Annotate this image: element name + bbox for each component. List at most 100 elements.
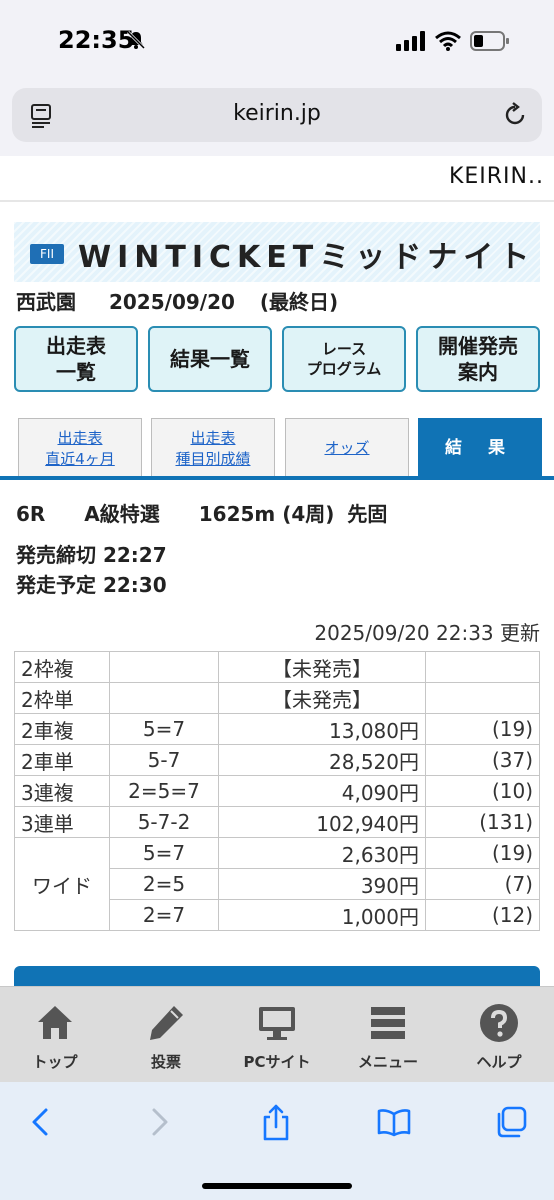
payout: 102,940円 (218, 806, 426, 838)
bet-type: 2車複 (14, 713, 110, 745)
race-class: A級特選 (84, 502, 160, 526)
race-number: 6R (16, 502, 46, 526)
tab-odds[interactable]: オッズ (285, 418, 409, 478)
deadline-block: 発売締切 22:27 発走予定 22:30 (16, 540, 167, 600)
race-distance: 1625m (4周) (198, 502, 335, 526)
site-logo[interactable]: KEIRIN.. (449, 164, 544, 189)
popularity: (7) (425, 868, 540, 900)
race-day: (最終日) (259, 290, 339, 314)
nav-top[interactable]: トップ (0, 987, 110, 1083)
tabs-icon[interactable] (494, 1102, 530, 1142)
popularity: (19) (425, 837, 540, 869)
bookmarks-icon[interactable] (376, 1102, 412, 1142)
combination (109, 651, 219, 683)
sales-close-time: 発売締切 22:27 (16, 543, 167, 567)
share-icon[interactable] (258, 1102, 294, 1142)
site-bottom-nav: トップ 投票 PCサイト メニュー ヘルプ (0, 986, 554, 1083)
bet-type: 3連複 (14, 775, 110, 807)
entry-list-button[interactable]: 出走表 一覧 (14, 326, 138, 392)
bet-type: 2枠単 (14, 682, 110, 714)
bet-type-wide: ワイド (14, 837, 110, 931)
race-date: 2025/09/20 (108, 290, 235, 314)
payout: 【未発売】 (218, 651, 426, 683)
payout: 390円 (218, 868, 426, 900)
popularity: (19) (425, 713, 540, 745)
payout-table: 2枠複 【未発売】 2枠単 【未発売】 2車複 5=7 13,080円 (19)… (14, 651, 540, 931)
home-indicator (202, 1183, 352, 1189)
url-text[interactable]: keirin.jp (12, 101, 542, 126)
tab-results[interactable]: 結 果 (418, 418, 542, 478)
bet-type: 2枠複 (14, 651, 110, 683)
sales-info-button[interactable]: 開催発売 案内 (416, 326, 540, 392)
bet-type: 2車単 (14, 744, 110, 776)
grade-badge: FII (30, 244, 64, 264)
payout: 4,090円 (218, 775, 426, 807)
pencil-icon (150, 1006, 183, 1040)
payout: 【未発売】 (218, 682, 426, 714)
table-row: 2車単 5-7 28,520円 (37) (14, 744, 540, 776)
bet-type: 3連単 (14, 806, 110, 838)
tab-underline (0, 476, 554, 480)
site-header: KEIRIN.. (0, 156, 554, 202)
wifi-icon (435, 31, 461, 51)
address-bar[interactable]: keirin.jp (12, 88, 542, 142)
table-row: 3連複 2=5=7 4,090円 (10) (14, 775, 540, 807)
start-time: 発走予定 22:30 (16, 573, 167, 597)
nav-label: ヘルプ (476, 1053, 522, 1071)
table-row: 2枠複 【未発売】 (14, 651, 540, 683)
reload-icon[interactable] (502, 101, 528, 129)
monitor-icon (259, 1007, 295, 1040)
race-title-banner: FII WINTICKETミッドナイト (14, 222, 540, 282)
tab-entry-recent[interactable]: 出走表 直近4ヶ月 (18, 418, 142, 478)
popularity: (12) (425, 899, 540, 931)
combination: 5=7 (109, 837, 219, 869)
popularity: (37) (425, 744, 540, 776)
combination: 5-7-2 (109, 806, 219, 838)
forward-icon[interactable] (142, 1102, 178, 1142)
combination (109, 682, 219, 714)
status-bar: 22:35 (0, 0, 554, 80)
payout: 13,080円 (218, 713, 426, 745)
bell-muted-icon (126, 30, 146, 50)
help-icon (480, 1004, 518, 1042)
venue-name: 西武園 (16, 290, 76, 314)
venue-line: 西武園 2025/09/20 (最終日) (16, 286, 364, 315)
payout: 28,520円 (218, 744, 426, 776)
nav-pc-site[interactable]: PCサイト (222, 987, 332, 1083)
results-list-button[interactable]: 結果一覧 (148, 326, 272, 392)
combination: 2=5 (109, 868, 219, 900)
nav-label: トップ (32, 1053, 78, 1071)
race-start-type: 先固 (347, 502, 388, 526)
race-title: WINTICKETミッドナイト (78, 240, 536, 275)
payout: 1,000円 (218, 899, 426, 931)
nav-label: 投票 (150, 1053, 181, 1071)
combination: 2=5=7 (109, 775, 219, 807)
signal-icon (396, 31, 425, 51)
race-program-button[interactable]: レース プログラム (282, 326, 406, 392)
battery-icon (470, 31, 509, 51)
combination: 2=7 (109, 899, 219, 931)
table-row: 2枠単 【未発売】 (14, 682, 540, 714)
nav-menu[interactable]: メニュー (333, 987, 443, 1083)
race-info: 6R A級特選 1625m (4周) 先固 (16, 498, 419, 527)
payout: 2,630円 (218, 837, 426, 869)
table-row: 3連単 5-7-2 102,940円 (131) (14, 806, 540, 838)
popularity: (131) (425, 806, 540, 838)
table-row: 2車複 5=7 13,080円 (19) (14, 713, 540, 745)
popularity (425, 651, 540, 683)
status-time: 22:35 (58, 26, 135, 54)
nav-label: PCサイト (243, 1053, 311, 1071)
menu-icon (371, 1007, 405, 1039)
combination: 5=7 (109, 713, 219, 745)
combination: 5-7 (109, 744, 219, 776)
popularity: (10) (425, 775, 540, 807)
updated-time: 2025/09/20 22:33 更新 (314, 621, 540, 645)
nav-vote[interactable]: 投票 (111, 987, 221, 1083)
nav-help[interactable]: ヘルプ (444, 987, 554, 1083)
tab-entry-by-event[interactable]: 出走表 種目別成績 (151, 418, 275, 478)
nav-label: メニュー (357, 1053, 418, 1071)
browser-address-area: keirin.jp (0, 80, 554, 156)
table-row: ワイド 5=7 2,630円 (19) (14, 837, 540, 931)
home-icon (38, 1006, 72, 1039)
back-icon[interactable] (22, 1102, 58, 1142)
